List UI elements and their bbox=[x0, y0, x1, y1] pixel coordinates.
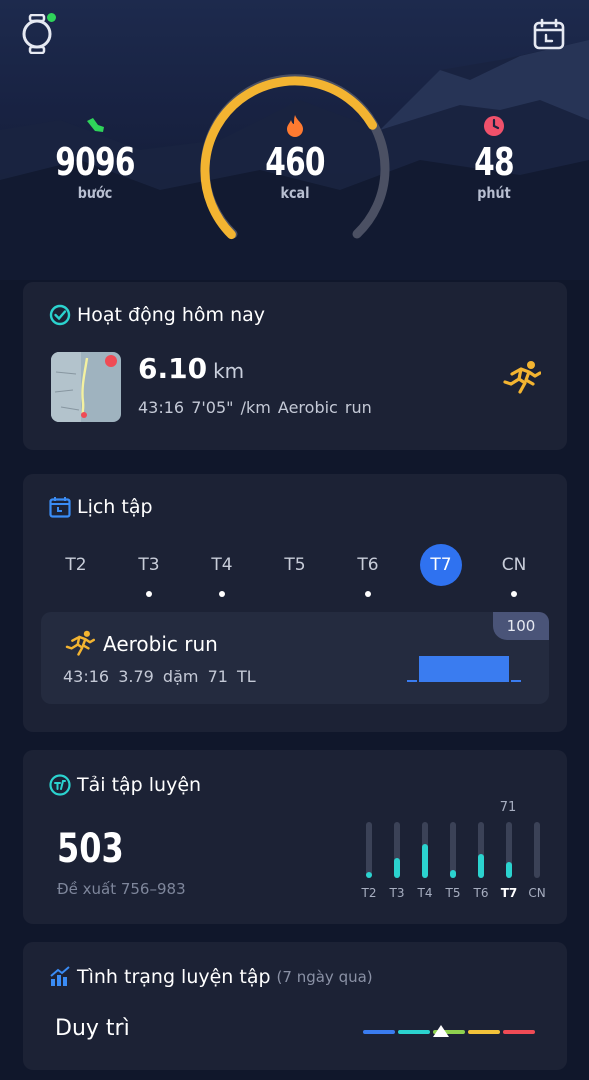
training-status-period: (7 ngày qua) bbox=[276, 968, 373, 986]
intensity-baseline-left bbox=[407, 680, 417, 682]
day-t3[interactable]: T3 bbox=[128, 544, 170, 586]
steps-unit: bước bbox=[77, 184, 113, 202]
training-load-suggestion: Đề xuất 756–983 bbox=[57, 880, 186, 898]
day-cn[interactable]: CN bbox=[493, 544, 535, 586]
calories-unit: kcal bbox=[280, 184, 310, 202]
load-label-t6: T6 bbox=[473, 886, 489, 900]
workout-details: 43:16 3.79 dặm 71 TL bbox=[63, 667, 256, 686]
activity-duration: 43:16 bbox=[138, 398, 185, 417]
workout-distance: 3.79 dặm bbox=[118, 667, 199, 686]
schedule-title-text: Lịch tập bbox=[77, 496, 153, 518]
load-bar-t4 bbox=[422, 822, 428, 878]
load-bar-t2 bbox=[366, 822, 372, 878]
today-activity-title-text: Hoạt động hôm nay bbox=[77, 304, 266, 326]
activity-pace: 7'05" /km bbox=[191, 398, 271, 417]
training-load-card[interactable]: Tải tập luyện 503 Đề xuất 756–983 71 T2 T… bbox=[23, 750, 567, 924]
status-scale-segment bbox=[398, 1030, 430, 1034]
workout-title: Aerobic run bbox=[103, 632, 218, 656]
trend-chart-icon bbox=[50, 966, 70, 986]
workout-dot bbox=[146, 591, 152, 597]
status-scale-segment bbox=[468, 1030, 500, 1034]
workout-dot bbox=[365, 591, 371, 597]
training-status-card[interactable]: Tình trạng luyện tập (7 ngày qua) Duy tr… bbox=[23, 942, 567, 1070]
workout-score-badge: 100 bbox=[493, 612, 549, 640]
schedule-calendar-icon bbox=[49, 497, 71, 518]
training-status-value: Duy trì bbox=[55, 1016, 130, 1041]
today-activity-title: Hoạt động hôm nay bbox=[49, 304, 265, 326]
load-label-t5: T5 bbox=[445, 886, 461, 900]
load-bar-t7 bbox=[506, 822, 512, 878]
load-label-t3: T3 bbox=[389, 886, 405, 900]
footprint-icon bbox=[35, 112, 155, 140]
steps-value: 9096 bbox=[55, 140, 135, 184]
weekday-selector: T2 T3 T4 T5 T6 T7 CN bbox=[47, 544, 547, 597]
distance-unit: km bbox=[213, 359, 245, 383]
workout-dot bbox=[219, 591, 225, 597]
clock-icon bbox=[434, 112, 554, 140]
load-label-t4: T4 bbox=[417, 886, 433, 900]
schedule-title: Lịch tập bbox=[49, 496, 153, 518]
activity-type: Aerobic run bbox=[277, 398, 372, 417]
day-t7[interactable]: T7 bbox=[420, 544, 462, 586]
load-bar-cn bbox=[534, 822, 540, 878]
load-bar-t3 bbox=[394, 822, 400, 878]
training-status-title-text: Tình trạng luyện tập bbox=[77, 966, 271, 988]
load-label-t7: T7 bbox=[500, 886, 518, 900]
check-circle-icon bbox=[49, 304, 71, 326]
minutes-value: 48 bbox=[474, 140, 514, 184]
route-map-thumbnail[interactable] bbox=[51, 352, 121, 422]
intensity-baseline-right bbox=[511, 680, 521, 682]
schedule-card[interactable]: Lịch tập T2 T3 T4 T5 T6 T7 CN 100 Aerobic run … bbox=[23, 474, 567, 732]
training-load-title-text: Tải tập luyện bbox=[77, 774, 202, 796]
day-t6[interactable]: T6 bbox=[347, 544, 389, 586]
connection-status-dot bbox=[47, 13, 56, 22]
activity-details: 43:16 7'05" /km Aerobic run bbox=[138, 398, 372, 417]
steps-stat[interactable]: 9096 bước bbox=[35, 112, 155, 202]
today-activity-card[interactable]: Hoạt động hôm nay 6.10 km 43:16 7'05" /km… bbox=[23, 282, 567, 450]
training-load-icon bbox=[49, 774, 71, 796]
distance-number: 6.10 bbox=[138, 352, 208, 385]
status-scale-segment bbox=[363, 1030, 395, 1034]
day-t5[interactable]: T5 bbox=[274, 544, 316, 586]
workout-item[interactable]: 100 Aerobic run 43:16 3.79 dặm 71 TL bbox=[41, 612, 549, 704]
intensity-bar bbox=[419, 656, 509, 682]
workout-dot bbox=[511, 591, 517, 597]
flame-icon bbox=[235, 112, 355, 140]
training-load-value: 503 bbox=[57, 826, 124, 872]
running-icon bbox=[503, 360, 542, 398]
load-label-t2: T2 bbox=[361, 886, 377, 900]
minutes-stat[interactable]: 48 phút bbox=[434, 112, 554, 202]
workout-duration: 43:16 bbox=[63, 667, 110, 686]
load-label-cn: CN bbox=[528, 886, 546, 900]
workout-load: 71 TL bbox=[207, 667, 256, 686]
training-status-marker bbox=[433, 1025, 449, 1037]
status-scale-segment bbox=[503, 1030, 535, 1034]
load-bar-t5 bbox=[450, 822, 456, 878]
calendar-icon[interactable] bbox=[533, 18, 565, 50]
load-bar-t6 bbox=[478, 822, 484, 878]
current-load-value: 71 bbox=[499, 800, 517, 815]
day-t2[interactable]: T2 bbox=[55, 544, 97, 586]
calories-value: 460 bbox=[265, 140, 325, 184]
day-t4[interactable]: T4 bbox=[201, 544, 243, 586]
calories-stat[interactable]: 460 kcal bbox=[235, 112, 355, 202]
training-load-title: Tải tập luyện bbox=[49, 774, 201, 796]
minutes-unit: phút bbox=[477, 184, 511, 202]
training-status-title: Tình trạng luyện tập (7 ngày qua) bbox=[49, 966, 373, 988]
running-icon bbox=[65, 630, 95, 660]
distance-value: 6.10 km bbox=[138, 352, 244, 385]
